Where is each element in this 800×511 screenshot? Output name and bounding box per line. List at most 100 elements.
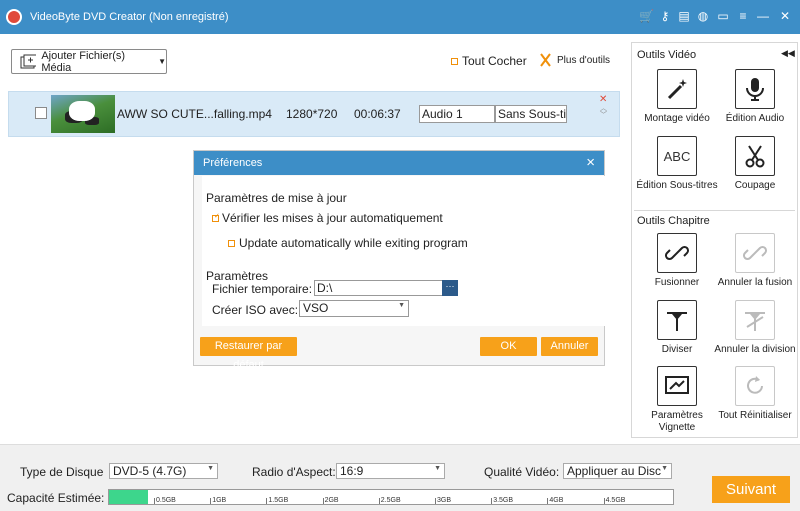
- reset-all-button: Tout Réinitialiser: [714, 366, 796, 422]
- audio-track-select[interactable]: Audio 1: [419, 105, 495, 123]
- capacity-tick: [435, 498, 436, 504]
- file-duration: 00:06:37: [354, 107, 401, 121]
- check-updates-checkbox[interactable]: ✓: [212, 213, 220, 222]
- preferences-dialog: Préférences × Paramètres de mise à jour …: [193, 150, 606, 371]
- chevron-down-icon: ▼: [661, 465, 668, 472]
- dialog-title: Préférences: [203, 157, 263, 169]
- file-row[interactable]: AWW SO CUTE...falling.mp4 1280*720 00:06…: [8, 91, 620, 137]
- audio-edit-label: Édition Audio: [725, 113, 785, 124]
- tools-icon: [540, 53, 551, 67]
- thumbnail-settings-label: Paramètres Vignette: [651, 410, 703, 433]
- chat-icon[interactable]: ◍: [696, 9, 710, 23]
- abc-icon: ABC: [657, 136, 697, 176]
- more-tools-button[interactable]: Plus d'outils: [539, 53, 610, 67]
- app-logo-icon: [6, 9, 22, 25]
- file-name: AWW SO CUTE...falling.mp4: [117, 107, 272, 121]
- subtitle-edit-button[interactable]: ABC Édition Sous-titres: [636, 136, 718, 192]
- capacity-tick-label: 2GB: [324, 497, 339, 504]
- dialog-body: Paramètres de mise à jour ✓ Vérifier les…: [202, 176, 606, 326]
- close-dialog-icon[interactable]: ×: [586, 154, 595, 171]
- cart-icon[interactable]: 🛒: [639, 9, 654, 23]
- update-exit-checkbox[interactable]: [228, 239, 235, 247]
- capacity-bar: 0.5GB 1GB 1.5GB 2GB 2.5GB 3GB 3.5GB 4GB 4.5GB: [108, 489, 674, 505]
- dialog-header: Préférences ×: [194, 151, 604, 175]
- microphone-icon: [735, 69, 775, 109]
- capacity-tick-label: 0.5GB: [156, 497, 176, 504]
- add-media-label: Ajouter Fichier(s) Média: [41, 49, 126, 74]
- iso-select[interactable]: VSO ▼: [299, 300, 409, 317]
- reset-icon: [735, 366, 775, 406]
- cancel-button[interactable]: Annuler: [541, 337, 598, 356]
- unmerge-button: Annuler la fusion: [714, 233, 796, 289]
- check-all-checkbox[interactable]: [451, 57, 458, 65]
- disc-type-label: Type de Disque: [20, 465, 104, 479]
- link-icon: [657, 233, 697, 273]
- capacity-tick-label: 1.5GB: [268, 497, 289, 504]
- video-quality-select[interactable]: Appliquer au Disc ▼: [563, 463, 672, 479]
- capacity-tick-label: 4.5GB: [605, 497, 626, 504]
- file-checkbox[interactable]: [35, 107, 47, 119]
- magic-wand-icon: [657, 69, 697, 109]
- thumbnail-settings-button[interactable]: Paramètres Vignette: [636, 366, 718, 434]
- montage-video-button[interactable]: Montage vidéo: [636, 69, 718, 125]
- disc-type-select[interactable]: DVD-5 (4.7G) ▼: [109, 463, 218, 479]
- temp-folder-label: Fichier temporaire:: [212, 282, 313, 296]
- split-icon: [657, 300, 697, 340]
- register-icon[interactable]: ▤: [677, 9, 691, 23]
- reorder-arrows-icon[interactable]: ︿ ﹀: [600, 105, 607, 119]
- capacity-tick-label: 4GB: [549, 497, 564, 504]
- disc-type-value: DVD-5 (4.7G): [113, 464, 187, 478]
- remove-file-icon[interactable]: ✕: [599, 94, 607, 105]
- capacity-label: Capacité Estimée:: [7, 491, 105, 505]
- capacity-tick: [378, 498, 380, 504]
- unmerge-label: Annuler la fusion: [717, 277, 793, 288]
- montage-video-label: Montage vidéo: [644, 113, 710, 124]
- update-exit-option[interactable]: Update automatically while exiting progr…: [228, 236, 468, 250]
- panel-divider: [634, 210, 795, 211]
- check-all-label: Tout Cocher: [462, 54, 527, 68]
- chevron-down-icon: ▼: [207, 465, 214, 472]
- aspect-ratio-select[interactable]: 16:9 ▼: [336, 463, 445, 479]
- scissors-icon: [735, 136, 775, 176]
- chevron-down-icon: ▼: [398, 302, 405, 309]
- update-section-title: Paramètres de mise à jour: [206, 191, 347, 205]
- more-tools-label: Plus d'outils: [557, 54, 611, 66]
- key-icon[interactable]: ⚷: [658, 9, 672, 23]
- close-window-icon[interactable]: ✕: [778, 9, 792, 23]
- chapter-tools-title: Outils Chapitre: [637, 215, 710, 227]
- capacity-tick-label: 1GB: [212, 497, 227, 504]
- audio-edit-button[interactable]: Édition Audio: [714, 69, 796, 125]
- video-thumbnail[interactable]: [51, 95, 115, 133]
- feedback-icon[interactable]: ▭: [716, 9, 730, 23]
- merge-button[interactable]: Fusionner: [636, 233, 718, 289]
- merge-label: Fusionner: [654, 277, 700, 288]
- iso-value: VSO: [303, 301, 329, 315]
- update-exit-label: Update automatically while exiting progr…: [239, 236, 468, 250]
- temp-folder-input[interactable]: D:\: [314, 280, 444, 296]
- split-label: Diviser: [661, 344, 693, 355]
- capacity-tick-label: 3GB: [437, 497, 452, 504]
- tools-panel: Outils Vidéo ◀◀ Montage vidéo Édition Au…: [631, 42, 798, 438]
- capacity-tick: [210, 498, 212, 504]
- subtitle-edit-label: Édition Sous-titres: [636, 180, 718, 191]
- next-button[interactable]: Suivant: [712, 476, 790, 503]
- ok-button[interactable]: OK: [480, 337, 537, 356]
- menu-icon[interactable]: ≡: [736, 9, 750, 23]
- unlink-icon: [735, 233, 775, 273]
- restore-defaults-button[interactable]: Restaurer par défaut: [200, 337, 297, 371]
- add-media-button[interactable]: Ajouter Fichier(s) Média ▼: [11, 49, 167, 74]
- reset-all-label: Tout Réinitialiser: [718, 410, 792, 421]
- iso-label: Créer ISO avec:: [212, 303, 299, 317]
- capacity-tick-label: 2.5GB: [380, 497, 401, 504]
- subtitle-select[interactable]: Sans Sous-tit: [495, 105, 567, 123]
- split-button[interactable]: Diviser: [636, 300, 718, 356]
- check-updates-option[interactable]: ✓ Vérifier les mises à jour automatiquem…: [212, 211, 443, 225]
- check-all-button[interactable]: Tout Cocher: [451, 54, 527, 68]
- minimize-icon[interactable]: —: [756, 9, 770, 23]
- video-quality-label: Qualité Vidéo:: [484, 465, 560, 479]
- collapse-panel-icon[interactable]: ◀◀: [781, 48, 795, 59]
- file-resolution: 1280*720: [286, 107, 338, 121]
- browse-folder-button[interactable]: ···: [442, 280, 458, 296]
- cut-button[interactable]: Coupage: [714, 136, 796, 192]
- aspect-ratio-label: Radio d'Aspect:: [252, 465, 336, 479]
